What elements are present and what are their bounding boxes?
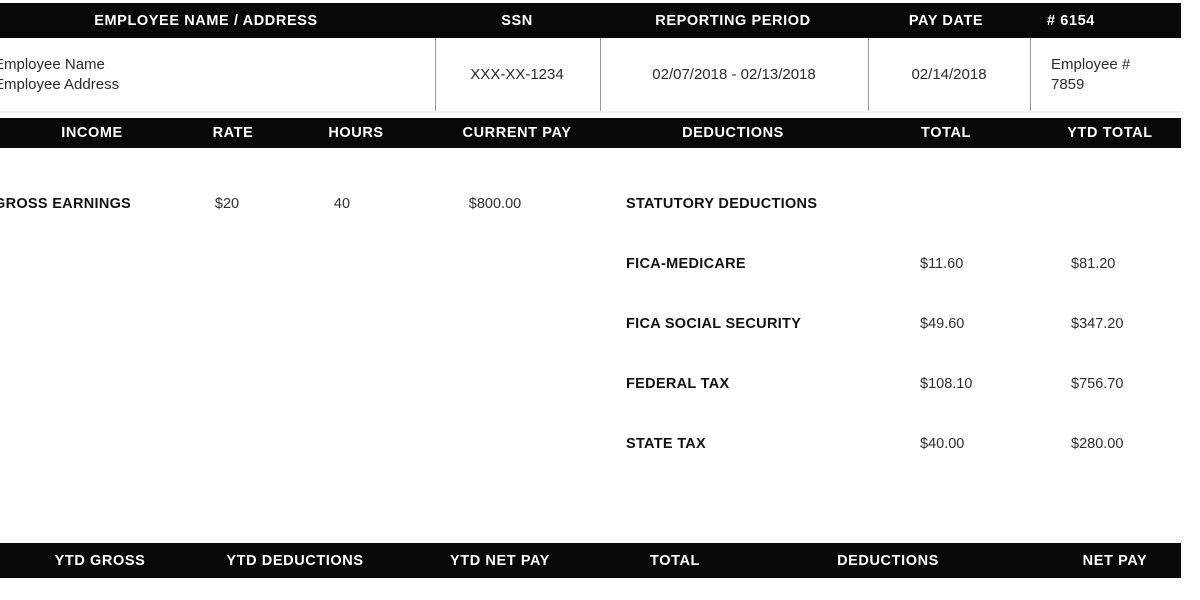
reporting-period-value: 02/07/2018 - 02/13/2018 xyxy=(652,65,816,83)
statutory-deductions-title: STATUTORY DEDUCTIONS xyxy=(626,196,818,212)
footer-column-deductions: DEDUCTIONS xyxy=(837,552,939,569)
income-row-current-pay: $800.00 xyxy=(468,196,522,212)
deduction-row-total: $49.60 xyxy=(920,316,965,332)
deduction-row-total: $40.00 xyxy=(920,436,965,452)
employee-ssn: XXX-XX-1234 xyxy=(470,65,564,83)
header-column-pay-date: PAY DATE xyxy=(908,12,984,29)
employee-number-block: Employee # 7859 xyxy=(1051,54,1130,95)
deduction-row-name: STATE TAX xyxy=(626,436,707,452)
column-header-income: INCOME xyxy=(61,125,123,141)
header-column-reporting-period: REPORTING PERIOD xyxy=(655,12,811,29)
employee-name-address: Employee Name Employee Address xyxy=(0,54,119,95)
column-header-ytd-total: YTD TOTAL xyxy=(1067,125,1153,141)
info-divider-3 xyxy=(868,38,869,111)
column-header-total: TOTAL xyxy=(921,125,971,141)
footer-column-ytd-net-pay: YTD NET PAY xyxy=(449,552,551,569)
header-column-check-number: # 6154 xyxy=(1047,12,1095,29)
deduction-row-ytd-total: $280.00 xyxy=(1071,436,1124,452)
employee-address: Employee Address xyxy=(0,75,120,93)
info-divider-2 xyxy=(600,38,601,111)
header-column-ssn: SSN xyxy=(501,12,533,29)
info-divider-4 xyxy=(1030,38,1031,111)
column-header-hours: HOURS xyxy=(328,125,384,141)
deduction-row-name: FEDERAL TAX xyxy=(626,376,730,392)
deduction-row-ytd-total: $347.20 xyxy=(1071,316,1124,332)
deduction-row-ytd-total: $81.20 xyxy=(1071,256,1116,272)
footer-column-net-pay: NET PAY xyxy=(1082,552,1148,569)
income-row-rate: $20 xyxy=(214,196,240,212)
pay-date-value: 02/14/2018 xyxy=(911,65,987,83)
deduction-row-total: $11.60 xyxy=(920,256,964,272)
totals-footer-bar: YTD GROSS YTD DEDUCTIONS YTD NET PAY TOT… xyxy=(0,543,1181,578)
income-row-name: GROSS EARNINGS xyxy=(0,196,132,212)
stub-body: GROSS EARNINGS $20 40 $800.00 STATUTORY … xyxy=(0,148,1181,543)
column-header-deductions: DEDUCTIONS xyxy=(682,125,784,141)
footer-column-ytd-deductions: YTD DEDUCTIONS xyxy=(226,552,364,569)
employee-info-row: Employee Name Employee Address XXX-XX-12… xyxy=(0,38,1181,113)
footer-column-ytd-gross: YTD GROSS xyxy=(54,552,146,569)
footer-column-total: TOTAL xyxy=(650,552,700,569)
deduction-row-name: FICA-MEDICARE xyxy=(626,256,746,272)
info-divider-1 xyxy=(435,38,436,111)
header-column-employee-name-address: EMPLOYEE NAME / ADDRESS xyxy=(94,12,318,29)
pay-stub-document: EMPLOYEE NAME / ADDRESS SSN REPORTING PE… xyxy=(0,0,1200,600)
column-header-bar: INCOME RATE HOURS CURRENT PAY DEDUCTIONS… xyxy=(0,118,1181,148)
deduction-row-total: $108.10 xyxy=(920,376,973,392)
deduction-row-name: FICA SOCIAL SECURITY xyxy=(626,316,802,332)
column-header-current-pay: CURRENT PAY xyxy=(462,125,572,141)
column-header-rate: RATE xyxy=(212,125,254,141)
employee-header-bar: EMPLOYEE NAME / ADDRESS SSN REPORTING PE… xyxy=(0,3,1181,38)
deduction-row-ytd-total: $756.70 xyxy=(1071,376,1124,392)
employee-name: Employee Name xyxy=(0,55,105,73)
employee-number-label: Employee # xyxy=(1051,55,1131,73)
employee-number-value: 7859 xyxy=(1051,75,1085,93)
income-row-hours: 40 xyxy=(333,196,351,212)
